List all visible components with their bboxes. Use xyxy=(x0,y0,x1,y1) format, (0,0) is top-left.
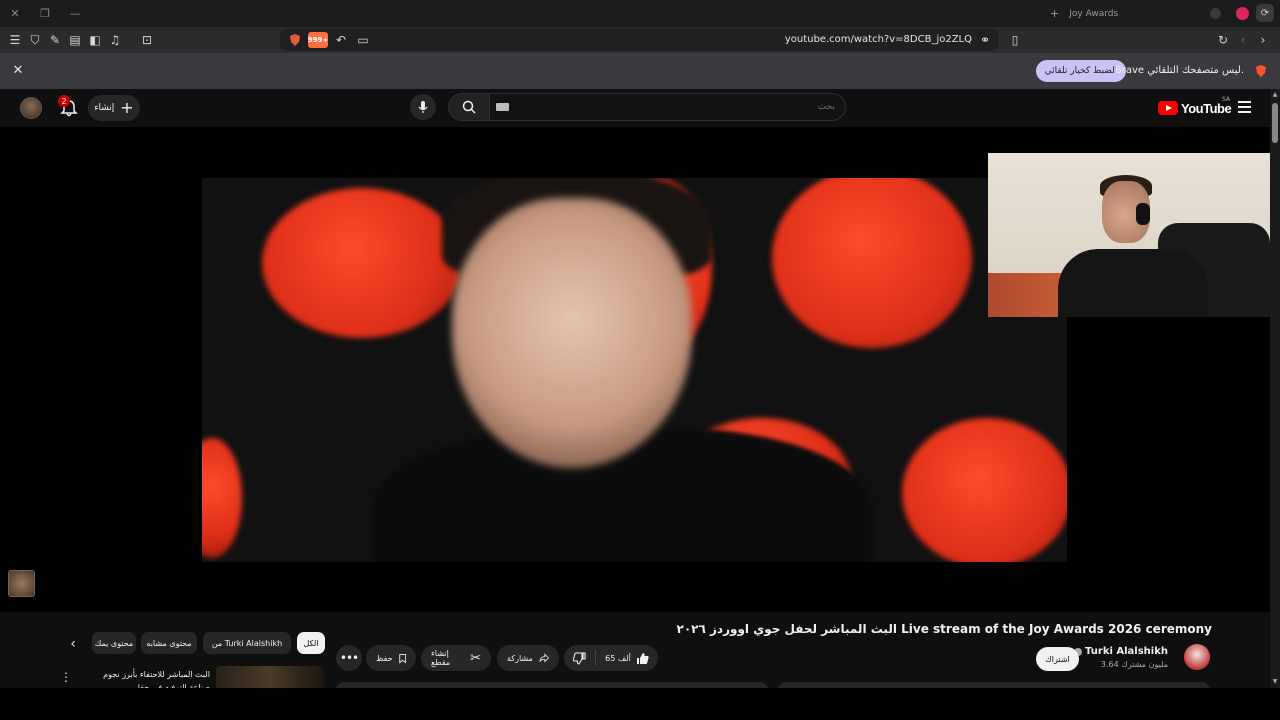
scroll-up-icon[interactable]: ▲ xyxy=(1271,91,1279,99)
cast-icon[interactable]: ▭ xyxy=(354,31,372,49)
like-count: 65 ألف xyxy=(605,653,631,663)
reload-icon[interactable]: ↻ xyxy=(1214,31,1232,49)
page-scrollbar[interactable]: ▲ ▼ xyxy=(1270,89,1280,688)
microphone-icon xyxy=(418,101,428,113)
heart-shape xyxy=(902,418,1067,562)
plus-icon: + xyxy=(120,98,134,117)
video-title: البث المباشر لحفل جوي اووردز ٢٠٢٦ Live s… xyxy=(676,622,1212,636)
share-button[interactable]: مشاركة xyxy=(497,645,559,671)
profile-icon[interactable] xyxy=(1210,8,1221,19)
youtube-header: 2 إنشاء + YouTube SA xyxy=(0,89,1270,127)
browser-toolbar: ☰ ⛉ ✎ ▤ ◧ ♫ ⊡ 999+ ↶ ▭ youtube.com/watch… xyxy=(0,27,1280,53)
scrollbar-thumb[interactable] xyxy=(1272,103,1278,143)
link-icon[interactable]: ⚭ xyxy=(976,31,994,49)
heart-shape xyxy=(202,438,242,558)
miniplayer-thumbnail[interactable] xyxy=(8,570,35,597)
video-frame[interactable] xyxy=(202,178,1067,562)
menu-icon[interactable]: ☰ xyxy=(6,31,24,49)
bookmark-icon[interactable]: ▯ xyxy=(1006,31,1024,49)
window-close-icon[interactable]: ✕ xyxy=(0,0,30,27)
clip-label: إنشاء مقطع xyxy=(431,649,451,667)
keyboard-icon[interactable] xyxy=(496,103,509,111)
window-restore-icon[interactable]: ❐ xyxy=(30,0,60,27)
back-icon[interactable]: ‹ xyxy=(1234,31,1252,49)
bottom-bar xyxy=(0,688,1280,720)
chevron-left-icon[interactable]: ‹ xyxy=(64,635,82,653)
country-code: SA xyxy=(1222,96,1231,103)
create-label: إنشاء xyxy=(94,103,115,113)
screenshot-icon[interactable]: ⊡ xyxy=(138,31,156,49)
more-actions-button[interactable]: ••• xyxy=(336,645,362,671)
thumbs-down-icon xyxy=(573,651,586,665)
channel-avatar[interactable] xyxy=(1184,644,1210,670)
clip-button[interactable]: إنشاء مقطع ✂ xyxy=(421,645,491,671)
scissors-icon: ✂ xyxy=(470,650,481,666)
share-label: مشاركة xyxy=(507,653,533,663)
close-infobar-icon[interactable]: ✕ xyxy=(10,62,26,78)
set-default-button[interactable]: الضبط كخيار تلقائي xyxy=(1036,60,1126,82)
search-icon xyxy=(462,100,476,114)
youtube-logo[interactable]: YouTube SA xyxy=(1158,96,1232,118)
create-button[interactable]: إنشاء + xyxy=(88,95,140,121)
bookmark-icon xyxy=(398,653,406,663)
save-button[interactable]: حفظ xyxy=(366,645,416,671)
video-player[interactable] xyxy=(0,127,1270,612)
account-avatar[interactable] xyxy=(20,97,42,119)
active-tab[interactable]: + Joy Awards xyxy=(1050,0,1118,27)
scroll-down-icon[interactable]: ▼ xyxy=(1271,678,1279,686)
url-text[interactable]: youtube.com/watch?v=8DCB_jo2ZLQ xyxy=(785,29,972,51)
brave-shield-icon[interactable] xyxy=(288,33,302,47)
thumbs-up-icon xyxy=(636,652,649,664)
sidebar-icon[interactable]: ◧ xyxy=(86,31,104,49)
chip-all[interactable]: الكل xyxy=(297,632,325,654)
channel-name[interactable]: Turki Alalshikh xyxy=(1074,646,1168,657)
extension-icon[interactable]: ⟳ xyxy=(1256,4,1274,22)
wallet-icon[interactable]: ✎ xyxy=(46,31,64,49)
more-vertical-icon[interactable]: ⋮ xyxy=(60,670,72,684)
subscribe-button[interactable]: اشتراك xyxy=(1036,647,1079,671)
share-icon xyxy=(539,653,549,663)
undo-icon[interactable]: ↶ xyxy=(332,31,350,49)
search-input[interactable] xyxy=(490,93,846,121)
tab-title: Joy Awards xyxy=(1069,8,1119,19)
notification-badge: 2 xyxy=(58,95,70,107)
browser-titlebar: ✕ ❐ — + Joy Awards ⟳ xyxy=(0,0,1280,27)
subscriber-count: 3.64 مليون مشترك xyxy=(1100,660,1168,669)
chip-from-channel[interactable]: من Turki Alalshikh xyxy=(203,632,291,654)
voice-search-button[interactable] xyxy=(410,94,436,120)
brave-logo-icon xyxy=(1256,65,1266,77)
like-dislike-group: 65 ألف xyxy=(564,645,658,671)
default-browser-infobar: ✕ الضبط كخيار تلقائي Brave ليس متصفحك ال… xyxy=(0,53,1280,89)
guide-menu-icon[interactable] xyxy=(1238,101,1251,113)
forward-icon[interactable]: › xyxy=(1254,31,1272,49)
like-button[interactable]: 65 ألف xyxy=(596,645,658,671)
tabs-icon[interactable]: ▤ xyxy=(66,31,84,49)
search-button[interactable] xyxy=(448,93,490,121)
shield-icon[interactable]: ⛉ xyxy=(26,31,44,49)
window-minimize-icon[interactable]: — xyxy=(60,0,90,27)
youtube-play-icon xyxy=(1158,101,1178,115)
singer-figure xyxy=(372,178,872,562)
channel-name-text: Turki Alalshikh xyxy=(1085,646,1168,657)
infobar-message: Brave ليس متصفحك التلقائي. xyxy=(1114,65,1244,76)
dislike-button[interactable] xyxy=(564,645,595,671)
webcam-overlay xyxy=(988,153,1270,317)
recording-icon[interactable] xyxy=(1236,7,1249,20)
address-bar[interactable]: 999+ ↶ ▭ youtube.com/watch?v=8DCB_jo2ZLQ… xyxy=(280,29,998,51)
save-label: حفظ xyxy=(376,653,393,663)
new-tab-icon[interactable]: + xyxy=(1050,7,1059,20)
music-icon[interactable]: ♫ xyxy=(106,31,124,49)
chip-recommended[interactable]: محتوى يمك xyxy=(92,632,136,654)
rewards-icon[interactable]: 999+ xyxy=(308,32,328,48)
notifications-button[interactable]: 2 xyxy=(58,95,80,119)
chip-related[interactable]: محتوى مشابه xyxy=(141,632,197,654)
